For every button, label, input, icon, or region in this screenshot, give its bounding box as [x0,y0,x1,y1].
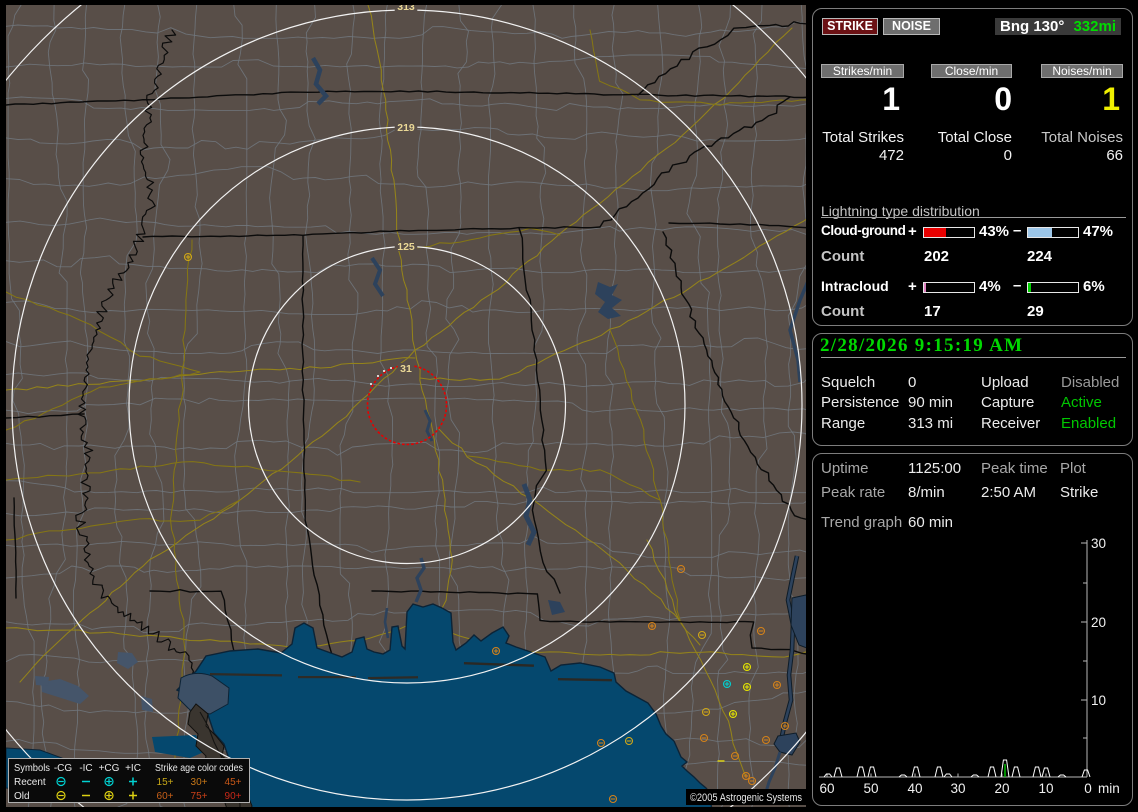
svg-text:10: 10 [1091,693,1106,708]
svg-text:0: 0 [1084,781,1092,796]
svg-text:30: 30 [950,781,965,796]
svg-text:min: min [1098,781,1120,796]
svg-text:20: 20 [994,781,1009,796]
svg-text:40: 40 [907,781,922,796]
svg-text:20: 20 [1091,615,1106,630]
svg-text:10: 10 [1038,781,1053,796]
svg-text:50: 50 [863,781,878,796]
svg-text:60: 60 [819,781,834,796]
svg-text:30: 30 [1091,536,1106,551]
